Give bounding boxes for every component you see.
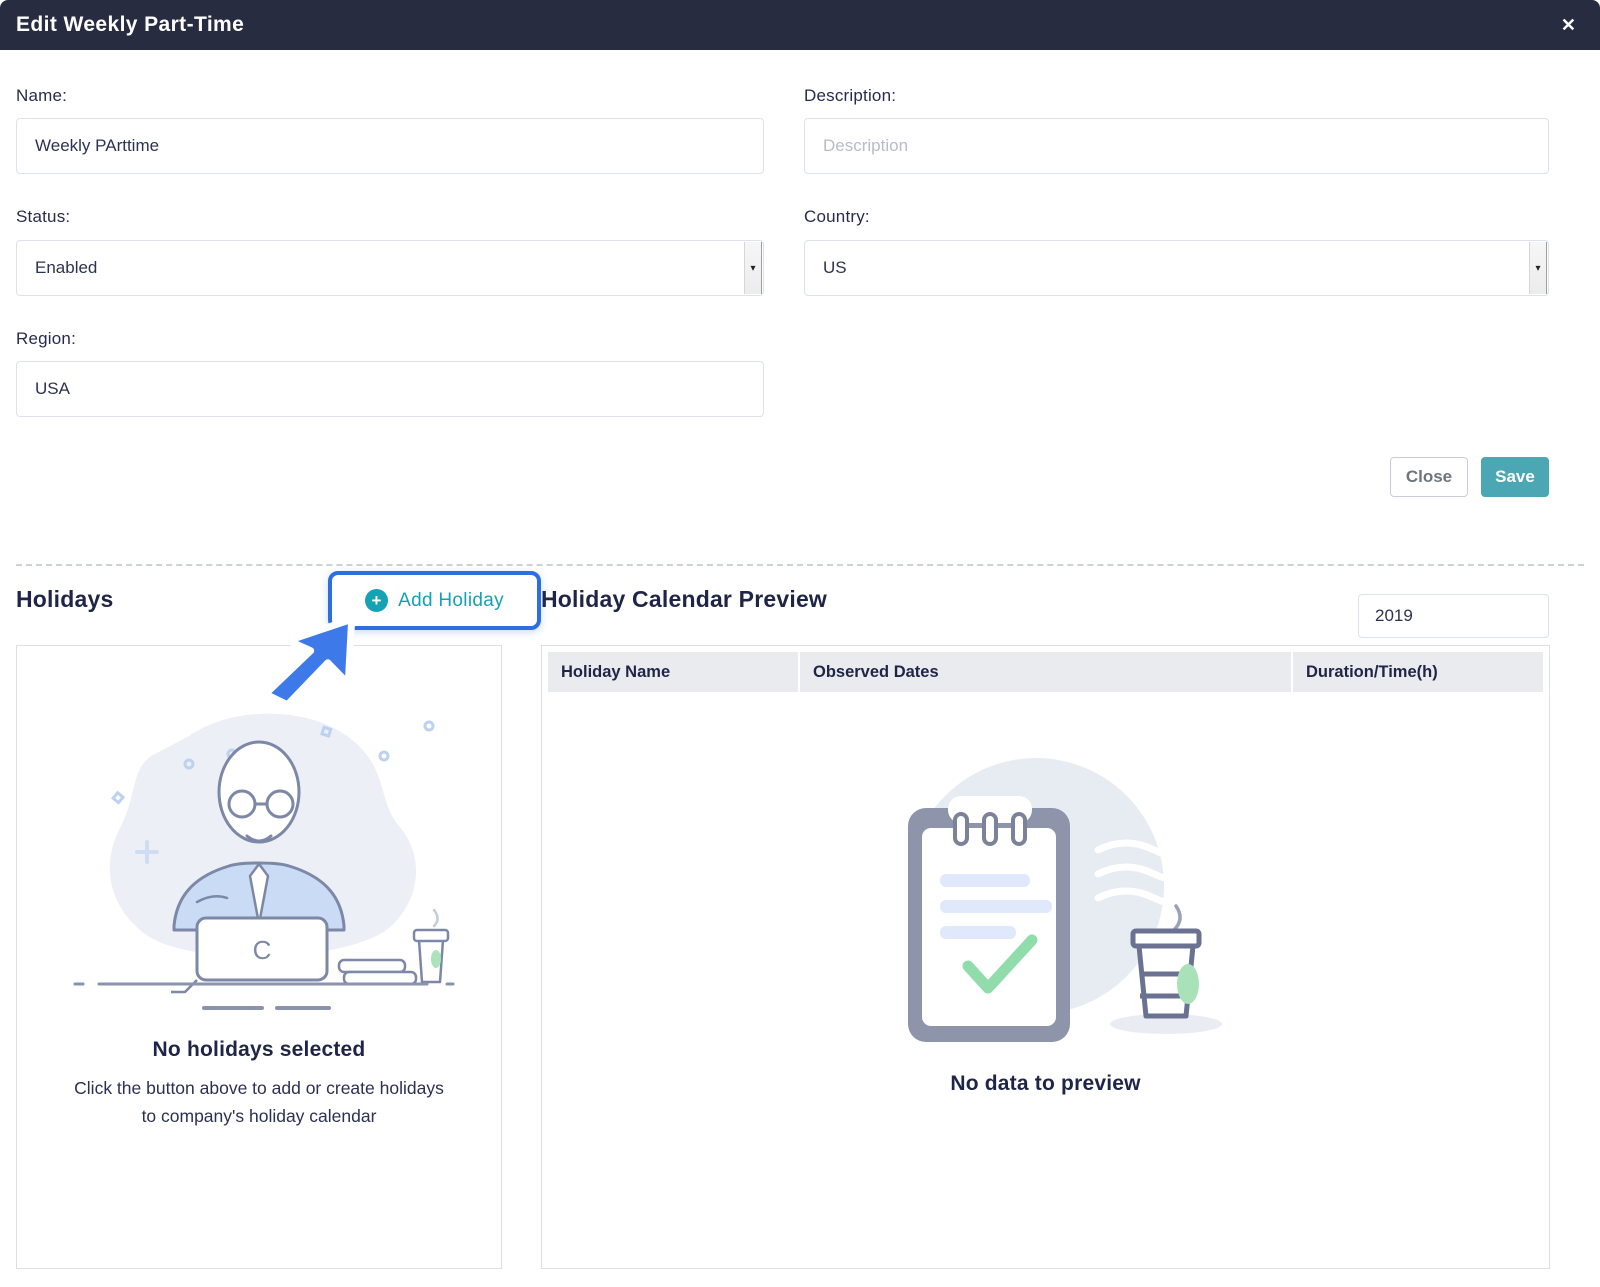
- preview-table-header: Holiday Name Observed Dates Duration/Tim…: [548, 652, 1543, 692]
- country-label: Country:: [804, 207, 870, 227]
- edit-schedule-modal: Edit Weekly Part-Time ✕ Name: Descriptio…: [0, 0, 1600, 1287]
- close-icon[interactable]: ✕: [1561, 0, 1576, 50]
- name-label: Name:: [16, 86, 67, 106]
- add-holiday-label: Add Holiday: [398, 590, 504, 612]
- section-divider: [16, 564, 1584, 566]
- save-button[interactable]: Save: [1481, 457, 1549, 497]
- chevron-down-icon: ▾: [744, 242, 762, 294]
- svg-text:C: C: [253, 935, 272, 965]
- holiday-preview-panel: Holiday Name Observed Dates Duration/Tim…: [541, 645, 1550, 1269]
- modal-title: Edit Weekly Part-Time: [16, 13, 244, 37]
- column-holiday-name: Holiday Name: [548, 652, 798, 692]
- column-duration: Duration/Time(h): [1293, 652, 1543, 692]
- holidays-heading: Holidays: [16, 586, 113, 613]
- person-at-laptop-illustration: C: [39, 674, 479, 1024]
- holidays-empty-panel: C No holidays selected Click the button …: [16, 645, 502, 1269]
- plus-circle-icon: +: [365, 589, 388, 612]
- description-label: Description:: [804, 86, 896, 106]
- holidays-empty-text: Click the button above to add or create …: [72, 1074, 447, 1131]
- preview-heading: Holiday Calendar Preview: [541, 586, 827, 613]
- country-value: US: [823, 258, 847, 278]
- year-input[interactable]: [1358, 594, 1549, 638]
- holidays-empty-title: No holidays selected: [153, 1038, 366, 1062]
- preview-empty-state: No data to preview: [542, 692, 1549, 1268]
- column-observed-dates: Observed Dates: [800, 652, 1291, 692]
- country-select[interactable]: US ▾: [804, 240, 1549, 296]
- name-input[interactable]: [16, 118, 764, 174]
- preview-empty-title: No data to preview: [950, 1072, 1140, 1096]
- add-holiday-button[interactable]: + Add Holiday: [328, 571, 541, 630]
- status-select[interactable]: Enabled ▾: [16, 240, 764, 296]
- clipboard-illustration: [836, 728, 1256, 1058]
- chevron-down-icon: ▾: [1529, 242, 1547, 294]
- close-button[interactable]: Close: [1390, 457, 1468, 497]
- region-label: Region:: [16, 329, 76, 349]
- description-input[interactable]: [804, 118, 1549, 174]
- region-input[interactable]: [16, 361, 764, 417]
- status-value: Enabled: [35, 258, 97, 278]
- status-label: Status:: [16, 207, 70, 227]
- modal-header: Edit Weekly Part-Time ✕: [0, 0, 1600, 50]
